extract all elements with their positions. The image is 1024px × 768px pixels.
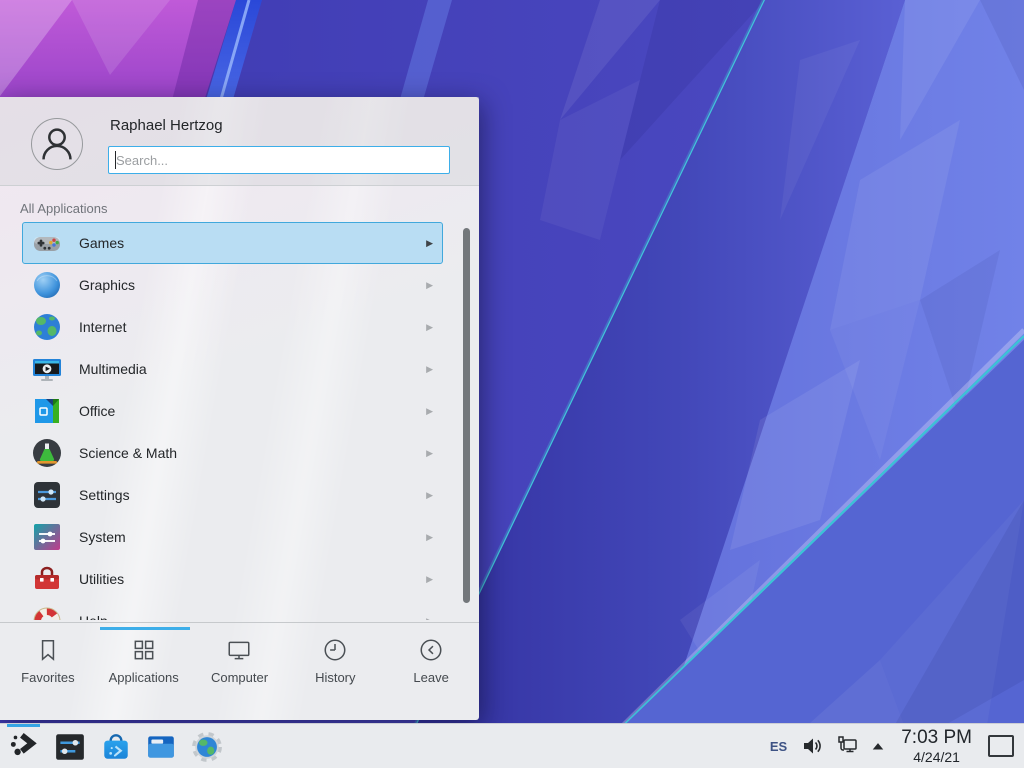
active-tab-indicator xyxy=(100,627,190,630)
app-launcher-button[interactable] xyxy=(8,730,40,762)
menu-item-label: Multimedia xyxy=(79,361,147,377)
submenu-arrow-icon: ▶ xyxy=(426,364,433,375)
sliders-icon xyxy=(31,479,63,511)
globe-icon xyxy=(31,311,63,343)
submenu-arrow-icon: ▶ xyxy=(426,238,433,249)
tab-label: Computer xyxy=(211,670,268,685)
globe-gear-icon xyxy=(191,731,223,763)
menu-item-label: System xyxy=(79,529,126,545)
menu-item-system[interactable]: System ▶ xyxy=(22,516,443,558)
leave-icon xyxy=(418,637,444,663)
submenu-arrow-icon: ▶ xyxy=(426,574,433,585)
tab-applications[interactable]: Applications xyxy=(96,637,192,720)
tab-leave[interactable]: Leave xyxy=(383,637,479,720)
caret-up-icon xyxy=(871,740,885,752)
wired-network-icon xyxy=(835,734,859,758)
scrollbar[interactable] xyxy=(463,228,470,603)
menu-item-games[interactable]: Games ▶ xyxy=(22,222,443,264)
menu-item-label: Settings xyxy=(79,487,130,503)
menu-item-office[interactable]: Office ▶ xyxy=(22,390,443,432)
clock-time: 7:03 PM xyxy=(901,728,972,747)
system-tray: ES xyxy=(770,724,1024,768)
menu-item-settings[interactable]: Settings ▶ xyxy=(22,474,443,516)
file-manager-task-icon[interactable] xyxy=(145,731,177,763)
show-desktop-button[interactable] xyxy=(988,735,1014,757)
tab-computer[interactable]: Computer xyxy=(192,637,288,720)
launcher-tab-bar: Favorites Applications xyxy=(0,622,479,720)
submenu-arrow-icon: ▶ xyxy=(426,532,433,543)
toolbox-icon xyxy=(31,563,63,595)
submenu-arrow-icon: ▶ xyxy=(426,406,433,417)
tab-history[interactable]: History xyxy=(287,637,383,720)
bookmark-icon xyxy=(35,637,61,663)
sphere-icon xyxy=(31,269,63,301)
user-name: Raphael Hertzog xyxy=(110,117,223,134)
submenu-arrow-icon: ▶ xyxy=(426,322,433,333)
tab-label: History xyxy=(315,670,355,685)
menu-item-help[interactable]: Help ▶ xyxy=(22,600,443,620)
launcher-header: Raphael Hertzog xyxy=(0,97,479,186)
clock-icon xyxy=(322,637,348,663)
gamepad-icon xyxy=(31,227,63,259)
lifebuoy-icon xyxy=(31,605,63,620)
menu-item-science-math[interactable]: Science & Math ▶ xyxy=(22,432,443,474)
grid-icon xyxy=(131,637,157,663)
submenu-arrow-icon: ▶ xyxy=(426,448,433,459)
menu-item-graphics[interactable]: Graphics ▶ xyxy=(22,264,443,306)
submenu-arrow-icon: ▶ xyxy=(426,490,433,501)
active-task-indicator xyxy=(7,724,40,727)
discover-task-icon[interactable] xyxy=(100,731,132,763)
menu-item-label: Utilities xyxy=(79,571,124,587)
network-button[interactable] xyxy=(835,734,859,758)
taskbar: ES xyxy=(0,723,1024,768)
speaker-icon xyxy=(801,735,823,757)
category-list: Games ▶ Graphics ▶ Intern xyxy=(0,222,479,620)
kde-launcher-icon xyxy=(8,730,40,762)
web-browser-task-icon[interactable] xyxy=(191,731,223,763)
user-icon xyxy=(32,119,82,169)
tab-label: Applications xyxy=(109,670,179,685)
digital-clock[interactable]: 7:03 PM 4/24/21 xyxy=(901,728,972,764)
submenu-arrow-icon: ▶ xyxy=(426,280,433,291)
tray-expander-button[interactable] xyxy=(871,740,885,752)
search-input[interactable] xyxy=(108,146,450,174)
document-icon xyxy=(31,395,63,427)
menu-item-multimedia[interactable]: Multimedia ▶ xyxy=(22,348,443,390)
menu-item-label: Office xyxy=(79,403,115,419)
keyboard-layout-indicator[interactable]: ES xyxy=(770,739,787,754)
tab-label: Leave xyxy=(413,670,448,685)
volume-button[interactable] xyxy=(801,735,823,757)
media-display-icon xyxy=(31,353,63,385)
avatar[interactable] xyxy=(31,118,83,170)
menu-item-label: Internet xyxy=(79,319,126,335)
clock-date: 4/24/21 xyxy=(901,750,972,764)
desktop: Raphael Hertzog All Applications xyxy=(0,0,1024,768)
application-launcher-popup: Raphael Hertzog All Applications xyxy=(0,97,479,720)
menu-item-internet[interactable]: Internet ▶ xyxy=(22,306,443,348)
folder-icon xyxy=(145,731,177,763)
settings-sliders-icon xyxy=(54,731,86,763)
menu-item-utilities[interactable]: Utilities ▶ xyxy=(22,558,443,600)
menu-item-label: Games xyxy=(79,235,124,251)
flask-icon xyxy=(31,437,63,469)
section-label: All Applications xyxy=(20,201,107,216)
menu-item-label: Help xyxy=(79,613,108,620)
submenu-arrow-icon: ▶ xyxy=(426,616,433,621)
text-cursor xyxy=(115,151,116,169)
software-bag-icon xyxy=(100,731,132,763)
menu-item-label: Graphics xyxy=(79,277,135,293)
tab-favorites[interactable]: Favorites xyxy=(0,637,96,720)
menu-item-label: Science & Math xyxy=(79,445,177,461)
system-sliders-icon xyxy=(31,521,63,553)
tab-label: Favorites xyxy=(21,670,74,685)
system-settings-task-icon[interactable] xyxy=(54,731,86,763)
monitor-icon xyxy=(226,637,252,663)
